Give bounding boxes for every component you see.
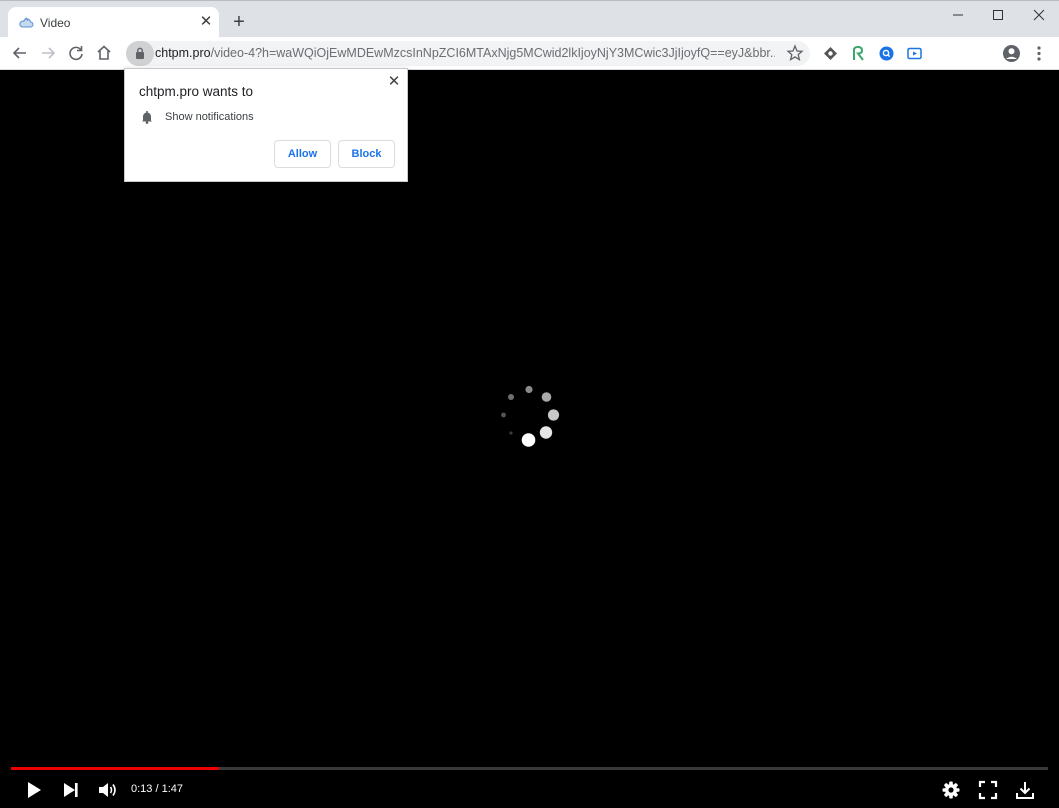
seek-bar-progress	[11, 767, 220, 770]
address-bar[interactable]: chtpm.pro/video-4?h=waWQiOjEwMDEwMzcsInN…	[126, 41, 810, 66]
url-text[interactable]: chtpm.pro/video-4?h=waWQiOjEwMDEwMzcsInN…	[155, 46, 775, 60]
time-display: 0:13 / 1:47	[131, 783, 183, 795]
site-info-chip[interactable]	[126, 41, 154, 66]
url-path: /video-4?h=waWQiOjEwMDEwMzcsInNpZCI6MTAx…	[210, 46, 775, 60]
allow-button[interactable]: Allow	[274, 140, 331, 168]
cloud-icon	[19, 17, 34, 28]
fullscreen-icon[interactable]	[977, 779, 999, 801]
tab-strip: Video ✕ +	[0, 0, 1059, 38]
blue-circle-extension-icon[interactable]	[878, 45, 895, 62]
bell-icon	[142, 111, 152, 124]
profile-avatar-icon[interactable]	[1002, 44, 1021, 63]
minimize-icon[interactable]	[938, 3, 978, 27]
browser-toolbar: chtpm.pro/video-4?h=waWQiOjEwMDEwMzcsInN…	[0, 37, 1059, 70]
prompt-title: chtpm.pro wants to	[139, 84, 254, 99]
browser-tab[interactable]: Video ✕	[8, 7, 219, 38]
lock-icon	[136, 47, 144, 59]
forward-button[interactable]	[37, 42, 59, 64]
reload-button[interactable]	[65, 42, 87, 64]
notification-permission-prompt: chtpm.pro wants to ✕ Show notifications …	[124, 68, 408, 182]
permission-label: Show notifications	[165, 111, 254, 123]
tab-close-icon[interactable]: ✕	[197, 13, 215, 31]
diamond-extension-icon[interactable]	[822, 45, 839, 62]
more-menu-icon[interactable]	[1032, 44, 1046, 63]
block-button[interactable]: Block	[338, 140, 395, 168]
seek-bar[interactable]	[11, 767, 1048, 770]
maximize-icon[interactable]	[978, 3, 1018, 27]
next-button[interactable]	[60, 779, 82, 801]
settings-gear-icon[interactable]	[940, 779, 962, 801]
loading-spinner-icon	[501, 385, 560, 447]
window-close-icon[interactable]	[1019, 3, 1059, 27]
url-host: chtpm.pro	[155, 46, 211, 60]
play-button[interactable]	[23, 779, 45, 801]
download-icon[interactable]	[1014, 779, 1036, 801]
new-tab-button[interactable]: +	[229, 12, 249, 32]
r-extension-icon[interactable]	[850, 45, 867, 62]
video-extension-icon[interactable]	[906, 45, 923, 62]
back-button[interactable]	[9, 42, 31, 64]
volume-button[interactable]	[97, 779, 119, 801]
prompt-close-icon[interactable]: ✕	[385, 73, 403, 91]
tab-title: Video	[40, 16, 71, 30]
home-button[interactable]	[93, 42, 115, 64]
bookmark-star-icon[interactable]	[786, 44, 804, 62]
